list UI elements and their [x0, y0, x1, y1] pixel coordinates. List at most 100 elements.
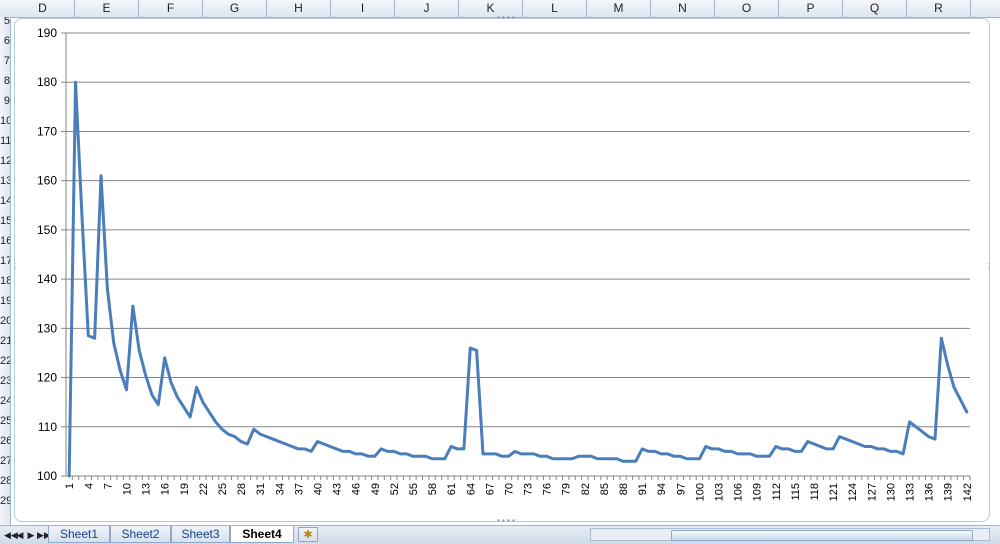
data-point-69[interactable]: [501, 455, 504, 458]
data-point-56[interactable]: [418, 455, 421, 458]
data-point-45[interactable]: [348, 450, 351, 453]
row-header-14[interactable]: 14: [0, 191, 10, 211]
row-header-9[interactable]: 9: [0, 91, 10, 111]
data-point-11[interactable]: [131, 305, 134, 308]
data-point-107[interactable]: [743, 452, 746, 455]
data-point-24[interactable]: [214, 420, 217, 423]
row-header-22[interactable]: 22: [0, 351, 10, 371]
data-point-141[interactable]: [959, 398, 962, 401]
sheet-nav-button-3[interactable]: ▶▶: [37, 528, 51, 542]
data-point-31[interactable]: [259, 433, 262, 436]
data-point-58[interactable]: [431, 457, 434, 460]
data-point-76[interactable]: [545, 455, 548, 458]
row-header-29[interactable]: 29: [0, 491, 10, 511]
chart-object[interactable]: 100 110 120 130 140 150 160 170 180 190 1 4 7 10 13 16…: [11, 14, 993, 525]
data-point-109[interactable]: [755, 455, 758, 458]
row-header-13[interactable]: 13: [0, 171, 10, 191]
sheet-tab-sheet3[interactable]: Sheet3: [171, 526, 230, 543]
row-header-7[interactable]: 7: [0, 51, 10, 71]
data-point-37[interactable]: [297, 447, 300, 450]
row-header-8[interactable]: 8: [0, 71, 10, 91]
data-point-65[interactable]: [475, 349, 478, 352]
column-header-h[interactable]: H: [267, 0, 331, 17]
data-point-120[interactable]: [825, 447, 828, 450]
data-point-83[interactable]: [590, 455, 593, 458]
data-point-47[interactable]: [361, 452, 364, 455]
data-point-94[interactable]: [660, 452, 663, 455]
data-point-91[interactable]: [641, 447, 644, 450]
column-header-r[interactable]: R: [907, 0, 971, 17]
data-point-136[interactable]: [927, 435, 930, 438]
data-point-116[interactable]: [800, 450, 803, 453]
data-point-16[interactable]: [163, 356, 166, 359]
column-header-e[interactable]: E: [75, 0, 139, 17]
data-point-111[interactable]: [768, 455, 771, 458]
data-point-2[interactable]: [74, 81, 77, 84]
column-header-g[interactable]: G: [203, 0, 267, 17]
row-header-27[interactable]: 27: [0, 451, 10, 471]
data-point-125[interactable]: [857, 443, 860, 446]
row-header-24[interactable]: 24: [0, 391, 10, 411]
data-point-50[interactable]: [380, 447, 383, 450]
data-point-21[interactable]: [195, 386, 198, 389]
data-point-3[interactable]: [80, 214, 83, 217]
data-point-22[interactable]: [201, 401, 204, 404]
row-header-26[interactable]: 26: [0, 431, 10, 451]
data-point-9[interactable]: [119, 369, 122, 372]
row-header-19[interactable]: 19: [0, 291, 10, 311]
insert-sheet-icon[interactable]: ✱: [298, 527, 318, 542]
data-point-41[interactable]: [322, 443, 325, 446]
data-point-86[interactable]: [609, 457, 612, 460]
data-point-93[interactable]: [653, 450, 656, 453]
data-point-82[interactable]: [583, 455, 586, 458]
data-point-131[interactable]: [895, 450, 898, 453]
data-point-66[interactable]: [481, 452, 484, 455]
data-point-105[interactable]: [730, 450, 733, 453]
data-point-52[interactable]: [392, 450, 395, 453]
data-point-127[interactable]: [870, 445, 873, 448]
column-header-n[interactable]: N: [651, 0, 715, 17]
data-point-55[interactable]: [411, 455, 414, 458]
data-point-36[interactable]: [291, 445, 294, 448]
data-point-77[interactable]: [552, 457, 555, 460]
sheet-tab-sheet1[interactable]: Sheet1: [48, 526, 110, 543]
data-point-84[interactable]: [596, 457, 599, 460]
data-point-67[interactable]: [488, 452, 491, 455]
data-point-5[interactable]: [93, 337, 96, 340]
data-point-20[interactable]: [189, 415, 192, 418]
data-point-110[interactable]: [762, 455, 765, 458]
data-point-132[interactable]: [902, 452, 905, 455]
row-header-17[interactable]: 17: [0, 251, 10, 271]
data-point-30[interactable]: [252, 428, 255, 431]
data-point-38[interactable]: [303, 447, 306, 450]
resize-handle-left[interactable]: ⋮: [11, 263, 19, 271]
data-point-44[interactable]: [341, 450, 344, 453]
data-point-101[interactable]: [704, 445, 707, 448]
data-point-85[interactable]: [602, 457, 605, 460]
data-point-39[interactable]: [310, 450, 313, 453]
column-header-i[interactable]: I: [331, 0, 395, 17]
data-point-140[interactable]: [953, 386, 956, 389]
data-point-100[interactable]: [698, 457, 701, 460]
data-point-90[interactable]: [634, 460, 637, 463]
data-point-78[interactable]: [558, 457, 561, 460]
data-point-119[interactable]: [819, 445, 822, 448]
data-point-88[interactable]: [622, 460, 625, 463]
sheet-nav-button-0[interactable]: ◀◀: [4, 528, 18, 542]
data-point-26[interactable]: [227, 433, 230, 436]
data-point-8[interactable]: [112, 342, 115, 345]
data-point-57[interactable]: [424, 455, 427, 458]
row-header-5[interactable]: 5: [0, 17, 10, 31]
data-point-23[interactable]: [208, 411, 211, 414]
data-point-113[interactable]: [781, 447, 784, 450]
row-header-20[interactable]: 20: [0, 311, 10, 331]
data-point-46[interactable]: [354, 452, 357, 455]
row-header-23[interactable]: 23: [0, 371, 10, 391]
horizontal-scrollbar[interactable]: [590, 528, 990, 541]
data-point-63[interactable]: [462, 447, 465, 450]
column-header-q[interactable]: Q: [843, 0, 907, 17]
data-point-134[interactable]: [914, 425, 917, 428]
data-point-130[interactable]: [889, 450, 892, 453]
data-point-51[interactable]: [386, 450, 389, 453]
data-point-14[interactable]: [150, 393, 153, 396]
